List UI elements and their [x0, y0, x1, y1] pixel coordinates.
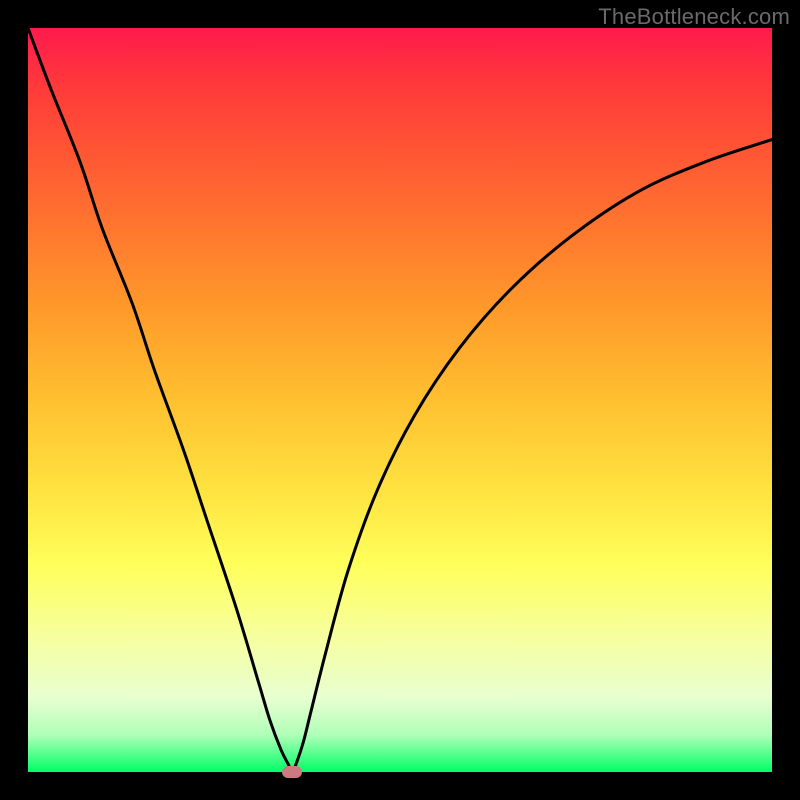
optimum-marker: [282, 766, 302, 778]
chart-frame: TheBottleneck.com: [0, 0, 800, 800]
bottleneck-curve: [28, 28, 772, 772]
plot-area: [28, 28, 772, 772]
watermark-text: TheBottleneck.com: [598, 4, 790, 30]
